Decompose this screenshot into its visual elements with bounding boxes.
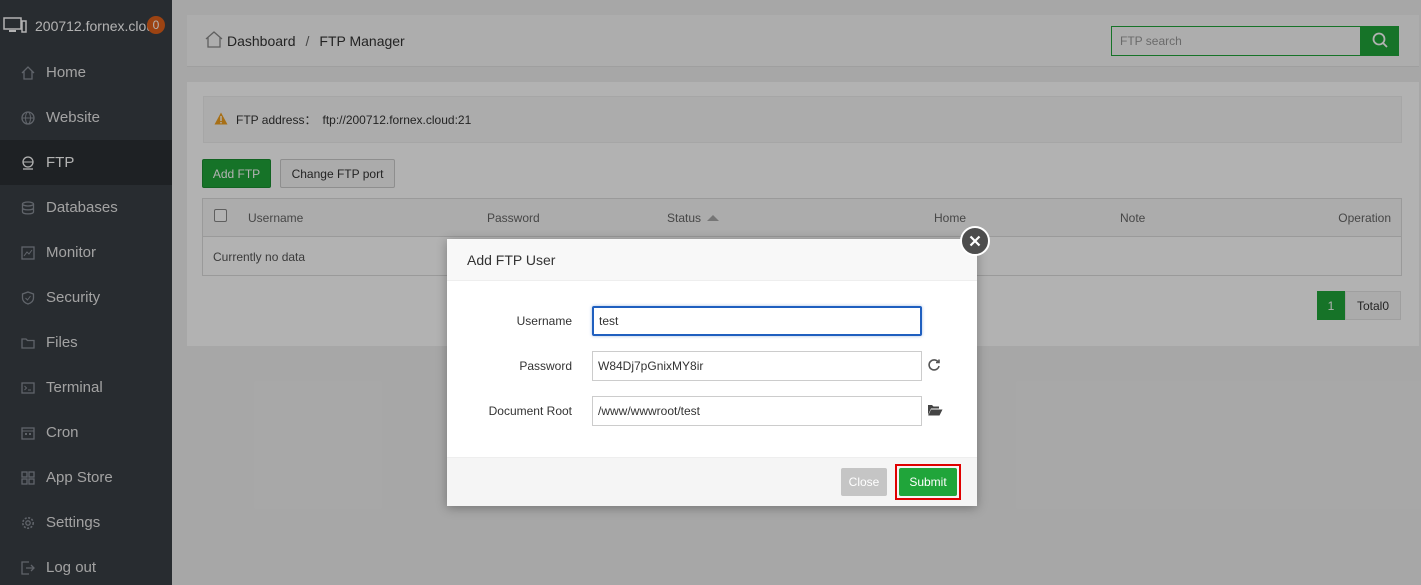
document-root-label: Document Root — [488, 404, 572, 418]
username-field[interactable] — [592, 306, 922, 336]
password-label: Password — [519, 359, 572, 373]
submit-highlight: Submit — [895, 464, 961, 500]
username-label: Username — [516, 314, 572, 328]
submit-button[interactable]: Submit — [899, 468, 957, 496]
password-field[interactable] — [592, 351, 922, 381]
dialog-footer: Close Submit — [447, 457, 977, 506]
document-root-row: Document Root — [447, 396, 977, 426]
document-root-field[interactable] — [592, 396, 922, 426]
folder-open-icon[interactable] — [927, 403, 943, 419]
add-ftp-user-dialog: Add FTP User Username Password Document … — [447, 226, 990, 506]
close-button[interactable]: Close — [841, 468, 887, 496]
refresh-icon[interactable] — [927, 358, 943, 374]
dialog-title: Add FTP User — [447, 239, 977, 281]
close-icon[interactable] — [960, 226, 990, 256]
password-row: Password — [447, 351, 977, 381]
username-row: Username — [447, 306, 977, 336]
